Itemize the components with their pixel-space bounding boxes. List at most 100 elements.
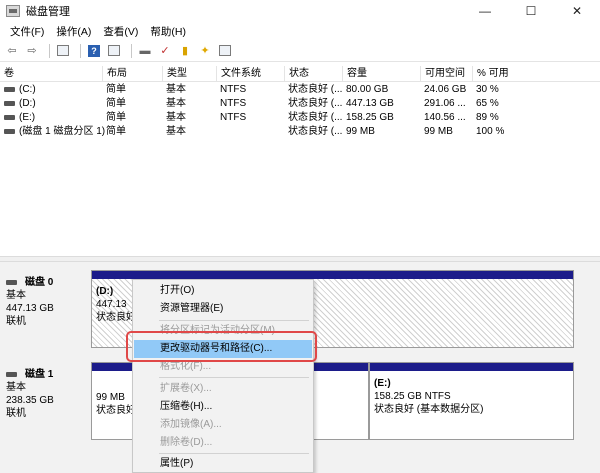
menu-item-shrink[interactable]: 压缩卷(H)... [134,398,312,416]
volume-row[interactable]: (E:) 简单 基本 NTFS 状态良好 (... 158.25 GB 140.… [0,111,600,125]
help-icon[interactable]: ? [86,43,102,59]
disk-0-label[interactable]: 磁盘 0 基本 447.13 GB 联机 [2,270,88,346]
disk-name: 磁盘 1 [25,369,54,380]
menu-divider [159,320,309,321]
volume-capacity: 158.25 GB [346,112,394,123]
volume-name: (C:) [19,84,36,95]
column-type[interactable]: 类型 [162,66,216,82]
volume-free-space: 24.06 GB [424,84,467,95]
drive-icon [4,100,15,106]
volume-capacity: 80.00 GB [346,84,389,95]
menu-divider [159,377,309,378]
volume-type: 基本 [166,84,186,95]
volume-status: 状态良好 (... [288,126,343,137]
volume-list-header: 卷 布局 类型 文件系统 状态 容量 可用空间 % 可用 [0,66,600,82]
volume-row[interactable]: (D:) 简单 基本 NTFS 状态良好 (... 447.13 GB 291.… [0,97,600,111]
close-button[interactable]: ✕ [554,0,600,22]
volume-free-space: 140.56 ... [424,112,466,123]
console-icon[interactable] [106,43,122,59]
column-volume[interactable]: 卷 [0,66,102,82]
menu-item-extend[interactable]: 扩展卷(X)... [134,380,312,398]
disk-type: 基本 [6,290,26,301]
column-percent-free[interactable]: % 可用 [472,66,600,82]
maximize-button[interactable]: ☐ [508,0,554,22]
partition-status: 状态良好 [96,312,136,323]
context-menu: 打开(O) 资源管理器(E) 将分区标记为活动分区(M) 更改驱动器号和路径(C… [132,279,314,473]
volume-layout: 简单 [106,126,126,137]
menu-bar: 文件(F) 操作(A) 查看(V) 帮助(H) [0,22,600,40]
volume-filesystem [216,125,220,139]
volume-row[interactable]: (磁盘 1 磁盘分区 1) 简单 基本 状态良好 (... 99 MB 99 M… [0,125,600,139]
menu-item-add-mirror[interactable]: 添加镜像(A)... [134,416,312,434]
volume-type: 基本 [166,98,186,109]
menu-divider [159,453,309,454]
disk-size: 238.35 GB [6,395,54,406]
menu-help[interactable]: 帮助(H) [144,24,192,39]
volume-row[interactable]: (C:) 简单 基本 NTFS 状态良好 (... 80.00 GB 24.06… [0,83,600,97]
volume-filesystem: NTFS [220,112,247,123]
drive-icon [4,114,15,120]
volume-layout: 简单 [106,98,126,109]
volume-free-space: 291.06 ... [424,98,466,109]
title-bar: 磁盘管理 — ☐ ✕ [0,0,600,22]
toolbar-divider [49,43,50,58]
window-controls: — ☐ ✕ [462,0,600,22]
volume-status: 状态良好 (... [288,84,343,95]
list-icon[interactable] [55,43,71,59]
properties-icon[interactable] [217,43,233,59]
star-icon[interactable]: ✦ [197,43,213,59]
partition-label: (D:) [96,286,114,297]
menu-view[interactable]: 查看(V) [97,24,144,39]
back-icon[interactable]: ⇦ [4,43,20,59]
volume-name: (磁盘 1 磁盘分区 1) [19,126,106,137]
volume-name: (D:) [19,98,36,109]
minimize-button[interactable]: — [462,0,508,22]
volume-type: 基本 [166,112,186,123]
toolbar: ⇦ ⇨ ? ▬ ✓ ▮ ✦ [0,40,600,62]
toolbar-divider [80,43,81,58]
partition-status: 状态良好 (基本数据分区) [374,404,484,415]
volume-percent-free: 100 % [476,126,505,137]
partition-cap [370,363,573,371]
volume-capacity: 99 MB [346,126,375,137]
partition-e[interactable]: (E:) 158.25 GB NTFS 状态良好 (基本数据分区) [369,362,574,440]
menu-item-properties[interactable]: 属性(P) [134,455,312,473]
menu-file[interactable]: 文件(F) [4,24,50,39]
volume-layout: 简单 [106,84,126,95]
volume-capacity: 447.13 GB [346,98,394,109]
forward-icon[interactable]: ⇨ [24,43,40,59]
volume-name: (E:) [19,112,36,123]
disk-management-icon [6,5,20,17]
disk-size: 447.13 GB [6,303,54,314]
partition-label: (E:) [374,378,391,389]
partition-size: 99 MB [96,392,125,403]
check-icon[interactable]: ✓ [157,43,173,59]
menu-action[interactable]: 操作(A) [50,24,97,39]
volume-filesystem: NTFS [220,98,247,109]
menu-item-open[interactable]: 打开(O) [134,282,312,300]
disk-status: 联机 [6,408,26,419]
toolbar-divider [131,43,132,58]
volume-status: 状态良好 (... [288,98,343,109]
highlight-annotation [126,331,317,362]
column-filesystem[interactable]: 文件系统 [216,66,284,82]
new-icon[interactable]: ▮ [177,43,193,59]
partition-status: 状态良好 [96,405,136,416]
disk-icon[interactable]: ▬ [137,43,153,59]
window-title: 磁盘管理 [26,6,70,18]
menu-item-delete[interactable]: 删除卷(D)... [134,434,312,452]
disk-status: 联机 [6,316,26,327]
column-capacity[interactable]: 容量 [342,66,420,82]
volume-type: 基本 [166,126,186,137]
column-status[interactable]: 状态 [284,66,342,82]
drive-icon [4,86,15,92]
volume-status: 状态良好 (... [288,112,343,123]
disk-name: 磁盘 0 [25,277,54,288]
column-free-space[interactable]: 可用空间 [420,66,472,82]
disk-icon [6,280,17,285]
disk-1-label[interactable]: 磁盘 1 基本 238.35 GB 联机 [2,362,88,438]
volume-free-space: 99 MB [424,126,453,137]
menu-item-explorer[interactable]: 资源管理器(E) [134,300,312,318]
partition-size: 158.25 GB NTFS [374,391,451,402]
column-layout[interactable]: 布局 [102,66,162,82]
